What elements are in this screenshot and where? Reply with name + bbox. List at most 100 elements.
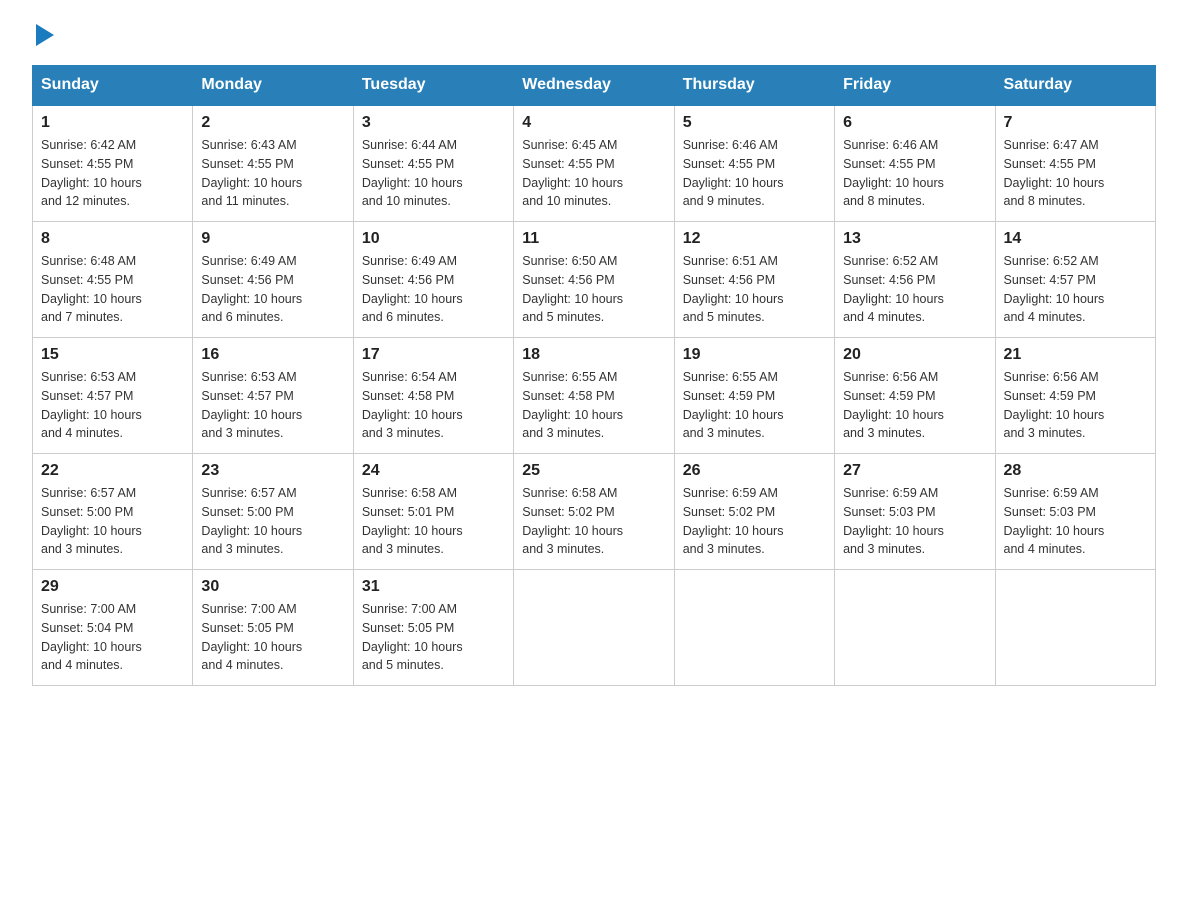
calendar-cell [514, 570, 674, 686]
day-info: Sunrise: 6:46 AMSunset: 4:55 PMDaylight:… [843, 138, 944, 208]
day-number: 21 [1004, 346, 1147, 364]
day-number: 11 [522, 230, 665, 248]
page-header [32, 24, 1156, 49]
calendar-cell [995, 570, 1155, 686]
day-number: 20 [843, 346, 986, 364]
day-number: 22 [41, 462, 184, 480]
day-number: 14 [1004, 230, 1147, 248]
calendar-week-row: 1 Sunrise: 6:42 AMSunset: 4:55 PMDayligh… [33, 105, 1156, 222]
day-info: Sunrise: 6:42 AMSunset: 4:55 PMDaylight:… [41, 138, 142, 208]
calendar-cell: 27 Sunrise: 6:59 AMSunset: 5:03 PMDaylig… [835, 454, 995, 570]
day-number: 2 [201, 114, 344, 132]
calendar-cell: 7 Sunrise: 6:47 AMSunset: 4:55 PMDayligh… [995, 105, 1155, 222]
calendar-cell: 6 Sunrise: 6:46 AMSunset: 4:55 PMDayligh… [835, 105, 995, 222]
calendar-cell: 11 Sunrise: 6:50 AMSunset: 4:56 PMDaylig… [514, 222, 674, 338]
day-number: 17 [362, 346, 505, 364]
day-number: 1 [41, 114, 184, 132]
day-number: 7 [1004, 114, 1147, 132]
calendar-cell: 31 Sunrise: 7:00 AMSunset: 5:05 PMDaylig… [353, 570, 513, 686]
day-info: Sunrise: 6:59 AMSunset: 5:02 PMDaylight:… [683, 486, 784, 556]
day-info: Sunrise: 7:00 AMSunset: 5:04 PMDaylight:… [41, 602, 142, 672]
day-header-tuesday: Tuesday [353, 66, 513, 106]
day-header-sunday: Sunday [33, 66, 193, 106]
day-info: Sunrise: 6:46 AMSunset: 4:55 PMDaylight:… [683, 138, 784, 208]
day-info: Sunrise: 6:58 AMSunset: 5:01 PMDaylight:… [362, 486, 463, 556]
logo-arrow-icon [36, 24, 54, 46]
calendar-cell: 10 Sunrise: 6:49 AMSunset: 4:56 PMDaylig… [353, 222, 513, 338]
calendar-cell: 20 Sunrise: 6:56 AMSunset: 4:59 PMDaylig… [835, 338, 995, 454]
calendar-cell: 1 Sunrise: 6:42 AMSunset: 4:55 PMDayligh… [33, 105, 193, 222]
calendar-cell: 13 Sunrise: 6:52 AMSunset: 4:56 PMDaylig… [835, 222, 995, 338]
day-number: 8 [41, 230, 184, 248]
day-number: 13 [843, 230, 986, 248]
calendar-cell: 30 Sunrise: 7:00 AMSunset: 5:05 PMDaylig… [193, 570, 353, 686]
day-info: Sunrise: 6:47 AMSunset: 4:55 PMDaylight:… [1004, 138, 1105, 208]
calendar-cell: 15 Sunrise: 6:53 AMSunset: 4:57 PMDaylig… [33, 338, 193, 454]
calendar-cell: 28 Sunrise: 6:59 AMSunset: 5:03 PMDaylig… [995, 454, 1155, 570]
day-number: 23 [201, 462, 344, 480]
calendar-cell: 21 Sunrise: 6:56 AMSunset: 4:59 PMDaylig… [995, 338, 1155, 454]
day-number: 28 [1004, 462, 1147, 480]
day-info: Sunrise: 6:53 AMSunset: 4:57 PMDaylight:… [201, 370, 302, 440]
day-info: Sunrise: 6:43 AMSunset: 4:55 PMDaylight:… [201, 138, 302, 208]
day-number: 24 [362, 462, 505, 480]
calendar-cell: 17 Sunrise: 6:54 AMSunset: 4:58 PMDaylig… [353, 338, 513, 454]
day-info: Sunrise: 6:49 AMSunset: 4:56 PMDaylight:… [201, 254, 302, 324]
day-number: 30 [201, 578, 344, 596]
day-number: 12 [683, 230, 826, 248]
day-number: 27 [843, 462, 986, 480]
day-header-friday: Friday [835, 66, 995, 106]
calendar-cell: 2 Sunrise: 6:43 AMSunset: 4:55 PMDayligh… [193, 105, 353, 222]
calendar-cell: 18 Sunrise: 6:55 AMSunset: 4:58 PMDaylig… [514, 338, 674, 454]
day-number: 9 [201, 230, 344, 248]
calendar-week-row: 15 Sunrise: 6:53 AMSunset: 4:57 PMDaylig… [33, 338, 1156, 454]
day-header-monday: Monday [193, 66, 353, 106]
day-number: 15 [41, 346, 184, 364]
day-info: Sunrise: 6:55 AMSunset: 4:59 PMDaylight:… [683, 370, 784, 440]
day-header-saturday: Saturday [995, 66, 1155, 106]
calendar-cell [674, 570, 834, 686]
calendar-cell: 25 Sunrise: 6:58 AMSunset: 5:02 PMDaylig… [514, 454, 674, 570]
day-number: 18 [522, 346, 665, 364]
day-info: Sunrise: 6:52 AMSunset: 4:56 PMDaylight:… [843, 254, 944, 324]
day-number: 29 [41, 578, 184, 596]
day-info: Sunrise: 6:56 AMSunset: 4:59 PMDaylight:… [843, 370, 944, 440]
calendar-cell: 12 Sunrise: 6:51 AMSunset: 4:56 PMDaylig… [674, 222, 834, 338]
calendar-week-row: 22 Sunrise: 6:57 AMSunset: 5:00 PMDaylig… [33, 454, 1156, 570]
calendar-cell: 4 Sunrise: 6:45 AMSunset: 4:55 PMDayligh… [514, 105, 674, 222]
day-info: Sunrise: 6:59 AMSunset: 5:03 PMDaylight:… [843, 486, 944, 556]
day-number: 16 [201, 346, 344, 364]
calendar-cell: 5 Sunrise: 6:46 AMSunset: 4:55 PMDayligh… [674, 105, 834, 222]
calendar-cell [835, 570, 995, 686]
day-number: 6 [843, 114, 986, 132]
day-info: Sunrise: 6:44 AMSunset: 4:55 PMDaylight:… [362, 138, 463, 208]
day-info: Sunrise: 6:54 AMSunset: 4:58 PMDaylight:… [362, 370, 463, 440]
calendar-week-row: 8 Sunrise: 6:48 AMSunset: 4:55 PMDayligh… [33, 222, 1156, 338]
day-number: 25 [522, 462, 665, 480]
calendar-week-row: 29 Sunrise: 7:00 AMSunset: 5:04 PMDaylig… [33, 570, 1156, 686]
day-info: Sunrise: 6:59 AMSunset: 5:03 PMDaylight:… [1004, 486, 1105, 556]
day-header-wednesday: Wednesday [514, 66, 674, 106]
calendar-cell: 16 Sunrise: 6:53 AMSunset: 4:57 PMDaylig… [193, 338, 353, 454]
calendar-cell: 24 Sunrise: 6:58 AMSunset: 5:01 PMDaylig… [353, 454, 513, 570]
day-number: 10 [362, 230, 505, 248]
day-info: Sunrise: 7:00 AMSunset: 5:05 PMDaylight:… [362, 602, 463, 672]
day-number: 31 [362, 578, 505, 596]
calendar-cell: 9 Sunrise: 6:49 AMSunset: 4:56 PMDayligh… [193, 222, 353, 338]
logo [32, 24, 54, 49]
day-number: 4 [522, 114, 665, 132]
calendar-cell: 3 Sunrise: 6:44 AMSunset: 4:55 PMDayligh… [353, 105, 513, 222]
logo-line2 [32, 44, 54, 49]
calendar-cell: 22 Sunrise: 6:57 AMSunset: 5:00 PMDaylig… [33, 454, 193, 570]
day-number: 19 [683, 346, 826, 364]
day-number: 26 [683, 462, 826, 480]
calendar-cell: 29 Sunrise: 7:00 AMSunset: 5:04 PMDaylig… [33, 570, 193, 686]
day-number: 3 [362, 114, 505, 132]
day-info: Sunrise: 7:00 AMSunset: 5:05 PMDaylight:… [201, 602, 302, 672]
calendar-header-row: SundayMondayTuesdayWednesdayThursdayFrid… [33, 66, 1156, 106]
calendar-cell: 23 Sunrise: 6:57 AMSunset: 5:00 PMDaylig… [193, 454, 353, 570]
day-number: 5 [683, 114, 826, 132]
day-info: Sunrise: 6:51 AMSunset: 4:56 PMDaylight:… [683, 254, 784, 324]
calendar-table: SundayMondayTuesdayWednesdayThursdayFrid… [32, 65, 1156, 686]
day-info: Sunrise: 6:57 AMSunset: 5:00 PMDaylight:… [41, 486, 142, 556]
